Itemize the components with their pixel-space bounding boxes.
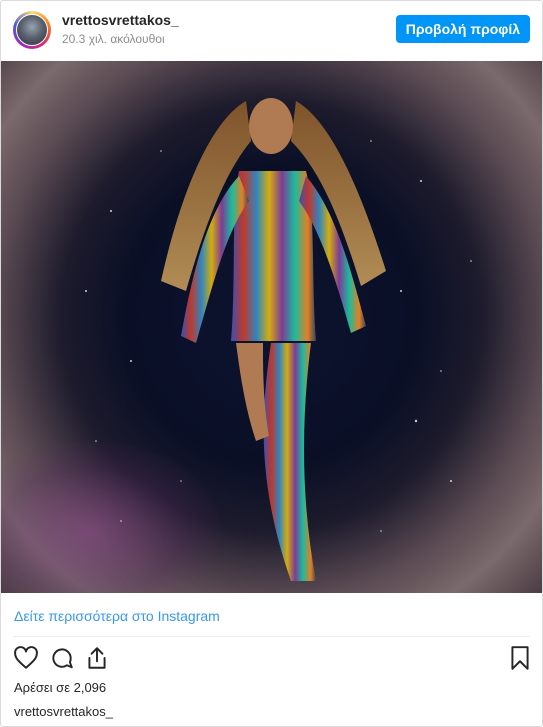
- avatar-image: [16, 14, 48, 46]
- view-profile-button[interactable]: Προβολή προφίλ: [395, 15, 530, 43]
- instagram-embed-card: vrettosvrettakos_ 20.3 χιλ. ακόλουθοι Πρ…: [0, 0, 543, 727]
- see-more-on-instagram-link[interactable]: Δείτε περισσότερα στο Instagram: [14, 608, 220, 624]
- follower-count: 20.3 χιλ. ακόλουθοι: [62, 32, 165, 46]
- avatar[interactable]: [13, 11, 51, 49]
- action-bar: [1, 645, 542, 675]
- post-image[interactable]: [1, 61, 542, 593]
- divider: [13, 636, 530, 637]
- post-header: vrettosvrettakos_ 20.3 χιλ. ακόλουθοι Πρ…: [1, 1, 542, 61]
- share-icon[interactable]: [84, 645, 110, 671]
- username[interactable]: vrettosvrettakos_: [62, 12, 179, 28]
- bookmark-icon[interactable]: [507, 645, 533, 671]
- heart-icon[interactable]: [13, 645, 39, 671]
- caption-username[interactable]: vrettosvrettakos_: [14, 704, 113, 719]
- figure-illustration: [161, 98, 386, 581]
- like-count: Αρέσει σε 2,096: [14, 680, 107, 695]
- comment-icon[interactable]: [49, 645, 75, 671]
